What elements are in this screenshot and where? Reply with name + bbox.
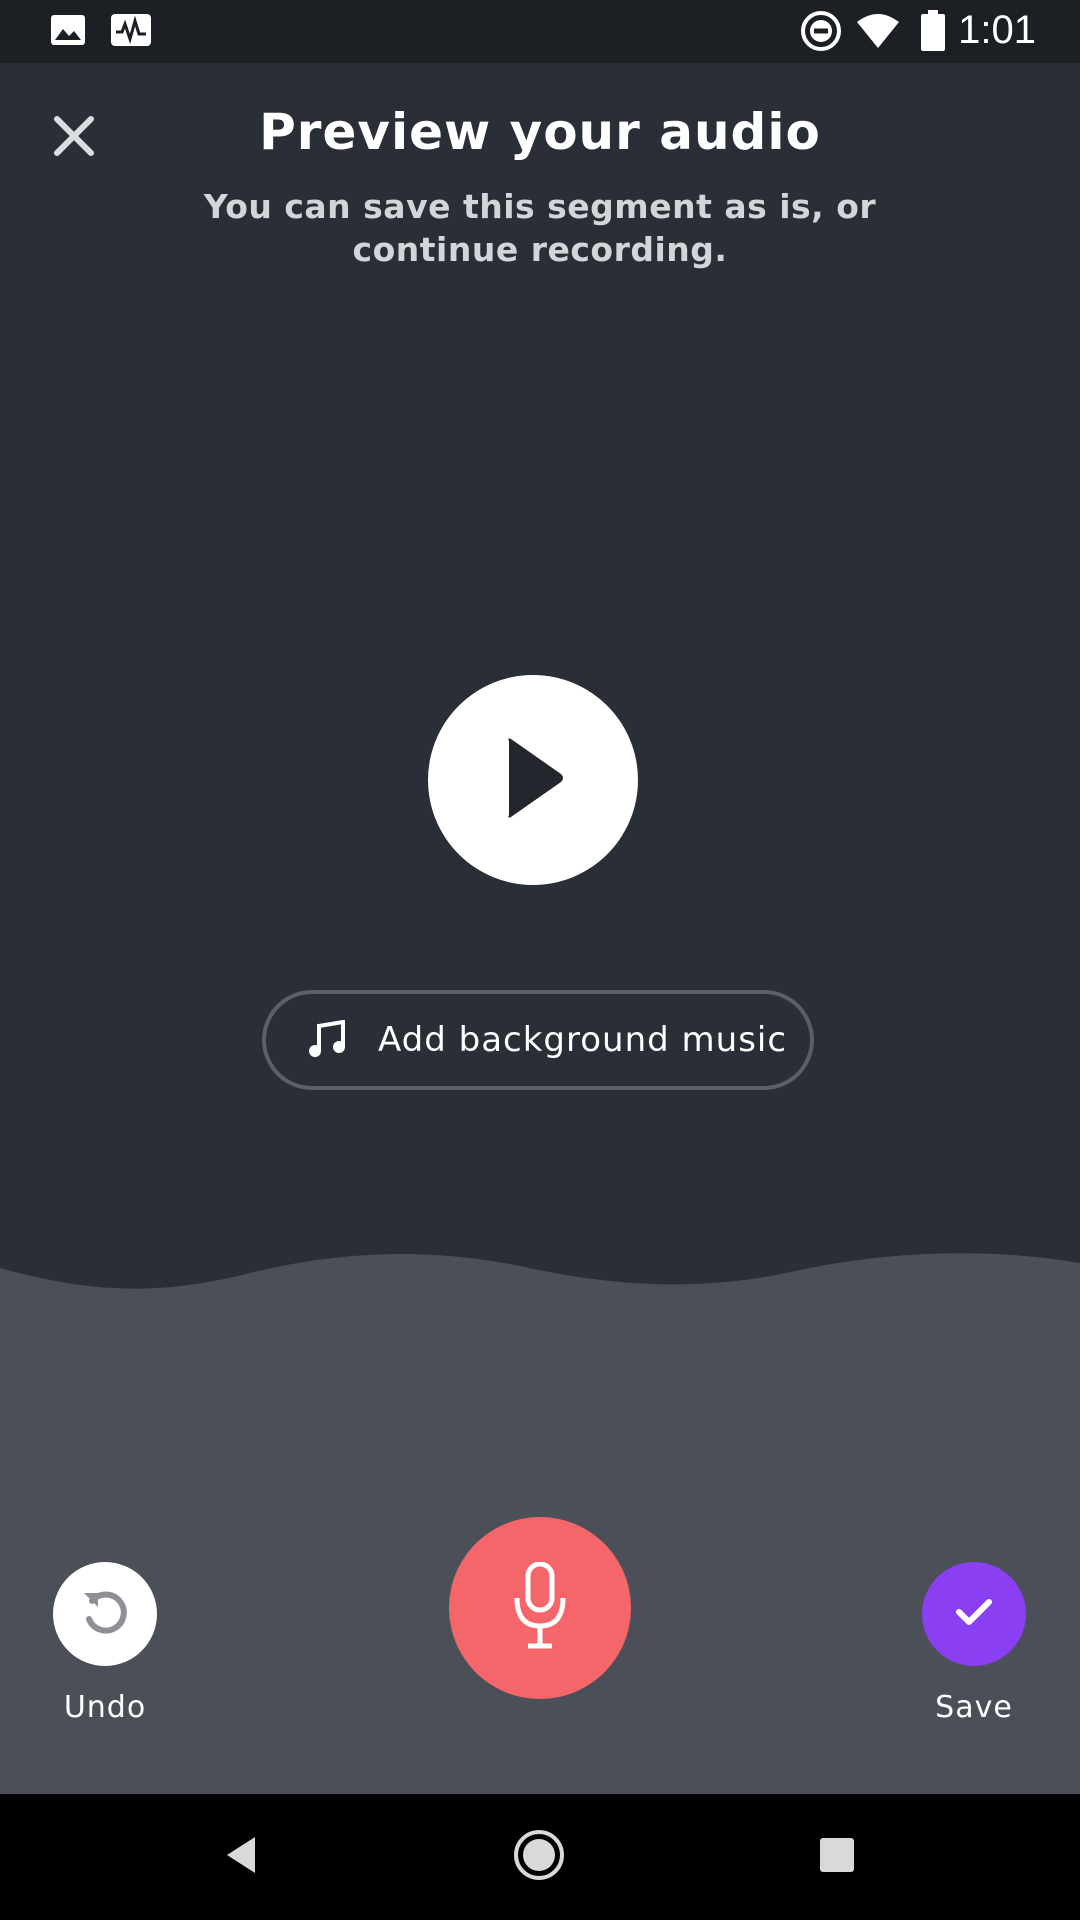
page-title: Preview your audio xyxy=(259,103,821,161)
back-icon xyxy=(221,1833,261,1881)
home-icon xyxy=(512,1828,566,1886)
add-background-music-button[interactable]: Add background music xyxy=(262,990,814,1090)
add-background-music-label: Add background music xyxy=(378,1020,788,1060)
recording-controls-panel: Undo Save xyxy=(0,1248,1080,1794)
back-button[interactable] xyxy=(208,1824,274,1890)
recents-icon xyxy=(818,1836,856,1878)
recents-button[interactable] xyxy=(804,1824,870,1890)
play-icon xyxy=(493,733,573,827)
microphone-icon xyxy=(512,1561,568,1654)
wifi-icon xyxy=(855,12,901,54)
navigation-bar xyxy=(0,1794,1080,1920)
status-time: 1:01 xyxy=(958,8,1036,52)
music-note-icon xyxy=(308,1019,348,1060)
preview-screen: Preview your audio You can save this seg… xyxy=(0,63,1080,1794)
save-button[interactable] xyxy=(922,1562,1026,1666)
home-button[interactable] xyxy=(506,1824,572,1890)
status-bar: 1:01 xyxy=(0,0,1080,63)
save-label: Save xyxy=(935,1690,1013,1725)
undo-label: Undo xyxy=(63,1690,147,1725)
undo-button[interactable] xyxy=(53,1562,157,1666)
record-button[interactable] xyxy=(449,1517,631,1699)
checkmark-icon xyxy=(954,1596,994,1632)
play-button[interactable] xyxy=(428,675,638,885)
image-icon xyxy=(50,12,86,52)
battery-icon xyxy=(920,10,946,56)
undo-icon xyxy=(78,1585,132,1643)
do-not-disturb-icon xyxy=(800,10,842,56)
activity-monitor-icon xyxy=(110,12,152,52)
page-subtitle: You can save this segment as is, or cont… xyxy=(203,187,877,269)
